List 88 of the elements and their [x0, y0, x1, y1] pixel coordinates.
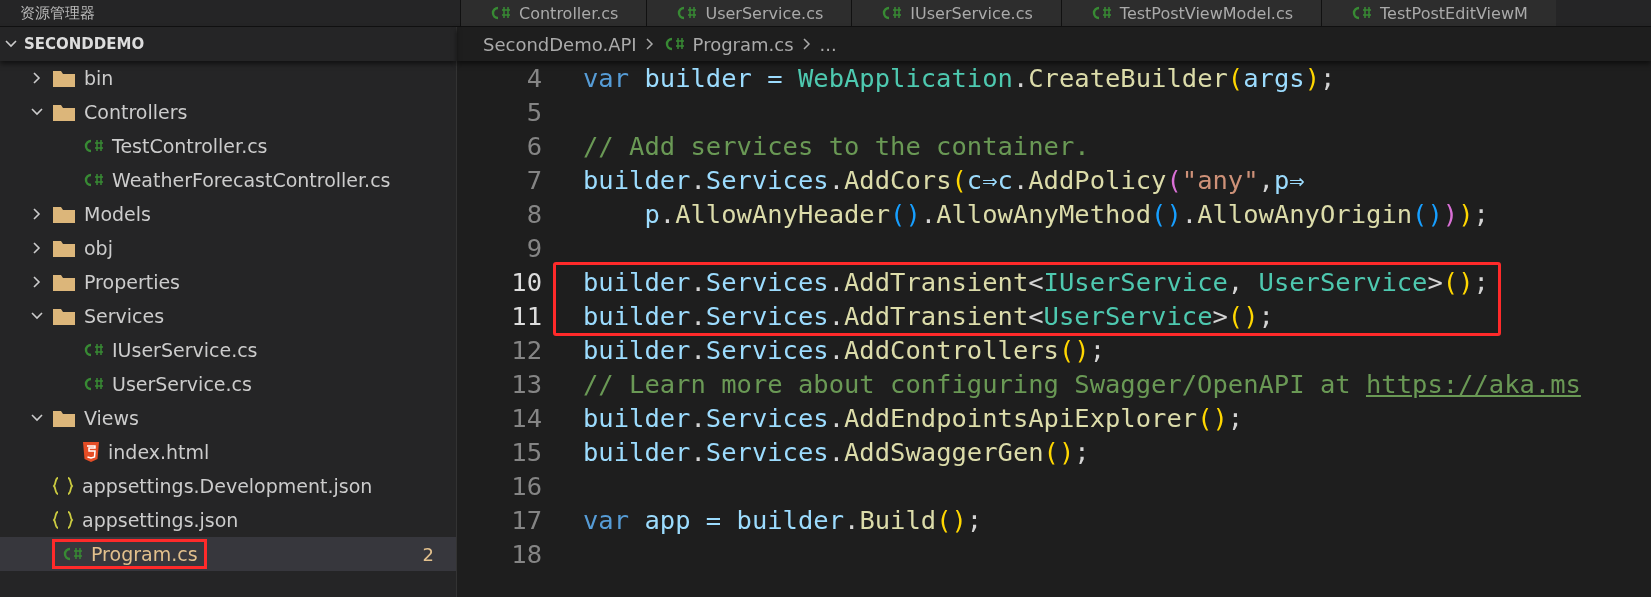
code-line: builder.Services.AddControllers(); [583, 335, 1106, 365]
folder-icon [52, 238, 76, 258]
line-number: 16 [510, 471, 543, 501]
tree-item[interactable]: Views [0, 401, 456, 435]
file-name: appsettings.json [82, 509, 239, 531]
folder-icon [52, 408, 76, 428]
tree-item[interactable]: WeatherForecastController.cs [0, 163, 456, 197]
code-line: builder.Services.AddCors(c⇒c.AddPolicy("any",p⇒ [583, 165, 1305, 195]
folder-name: Views [84, 407, 139, 429]
editor-tab[interactable]: TestPostEditViewM [1321, 0, 1556, 26]
tree-item[interactable]: Controllers [0, 95, 456, 129]
folder-icon [52, 306, 76, 326]
code-line: builder.Services.AddSwaggerGen(); [583, 437, 1090, 467]
chevron-right-icon [644, 37, 655, 51]
editor-tab[interactable]: Controller.cs [460, 0, 647, 26]
folder-icon [52, 102, 76, 122]
folder-name: bin [84, 67, 114, 89]
tree-item[interactable]: UserService.cs [0, 367, 456, 401]
line-number: 9 [525, 233, 543, 263]
line-number: 11 [510, 301, 543, 331]
csharp-file-icon [1350, 5, 1373, 21]
tree-item[interactable]: Services [0, 299, 456, 333]
tree-item[interactable]: appsettings.json [0, 503, 456, 537]
braces-icon [52, 477, 74, 495]
code-line: var builder = WebApplication.CreateBuilder(args); [583, 63, 1336, 93]
folder-name: obj [84, 237, 113, 259]
line-number: 18 [510, 539, 543, 569]
chevron-right-icon [801, 37, 812, 51]
code-line: p.AllowAnyHeader().AllowAnyMethod().AllowAnyOrigin())); [643, 199, 1489, 229]
file-name: index.html [108, 441, 210, 463]
tree-item[interactable]: Models [0, 197, 456, 231]
tree-item[interactable]: IUserService.cs [0, 333, 456, 367]
csharp-file-icon [880, 5, 903, 21]
line-number: 6 [525, 131, 543, 161]
line-number: 17 [510, 505, 543, 535]
csharp-file-icon [489, 5, 511, 21]
csharp-file-icon [82, 376, 104, 392]
line-number: 5 [525, 97, 543, 127]
project-name[interactable]: SECONDDEMO [24, 35, 145, 53]
file-name: UserService.cs [112, 373, 252, 395]
line-number: 7 [525, 165, 543, 195]
tree-item[interactable]: appsettings.Development.json [0, 469, 456, 503]
line-number: 12 [510, 335, 543, 365]
editor-tab[interactable]: TestPostViewModel.cs [1060, 0, 1322, 26]
folder-icon [52, 204, 76, 224]
editor-tab[interactable]: IUserService.cs [851, 0, 1061, 26]
folder-name: Models [84, 203, 151, 225]
file-name: appsettings.Development.json [82, 475, 373, 497]
folder-icon [52, 272, 76, 292]
tree-item[interactable]: TestController.cs [0, 129, 456, 163]
breadcrumb-item[interactable]: ... [819, 33, 837, 55]
folder-name: Properties [84, 271, 181, 293]
tree-item[interactable]: Program.cs 2 [0, 537, 456, 571]
tree-item[interactable]: Properties [0, 265, 456, 299]
code-comment: // Learn more about configuring Swagger/OpenAPI at https://aka.ms [583, 369, 1581, 399]
file-name: WeatherForecastController.cs [112, 169, 391, 191]
csharp-file-icon [82, 342, 104, 358]
panel-title: 资源管理器 [19, 3, 96, 24]
folder-icon [52, 68, 76, 88]
folder-name: Controllers [84, 101, 188, 123]
csharp-file-icon [82, 172, 104, 188]
line-number: 15 [510, 437, 543, 467]
code-comment: // Add services to the container. [583, 131, 1090, 161]
code-line: builder.Services.AddEndpointsApiExplorer(); [583, 403, 1244, 433]
code-line: builder.Services.AddTransient<IUserService, UserService>(); [583, 267, 1489, 297]
file-name: IUserService.cs [112, 339, 258, 361]
braces-icon [52, 511, 74, 529]
line-number: 14 [510, 403, 543, 433]
tree-item[interactable]: obj [0, 231, 456, 265]
line-number: 13 [510, 369, 543, 399]
file-name: TestController.cs [112, 135, 268, 157]
csharp-file-icon [675, 5, 698, 21]
csharp-file-icon [61, 546, 83, 562]
tree-item[interactable]: index.html [0, 435, 456, 469]
line-number: 4 [525, 63, 543, 93]
folder-name: Services [84, 305, 165, 327]
tree-item[interactable]: bin [0, 61, 456, 95]
line-number: 8 [525, 199, 543, 229]
editor-tab[interactable]: UserService.cs [646, 0, 852, 26]
line-number: 10 [510, 267, 543, 297]
file-name: Program.cs [91, 543, 198, 565]
csharp-file-icon [82, 138, 104, 154]
code-line: var app = builder.Build(); [583, 505, 983, 535]
html-file-icon [82, 441, 100, 463]
code-line: builder.Services.AddTransient<UserService>(); [583, 301, 1274, 331]
problem-count: 2 [422, 543, 434, 565]
breadcrumb-item[interactable]: Program.cs [692, 33, 794, 55]
breadcrumb-item[interactable]: SecondDemo.API [483, 33, 637, 55]
